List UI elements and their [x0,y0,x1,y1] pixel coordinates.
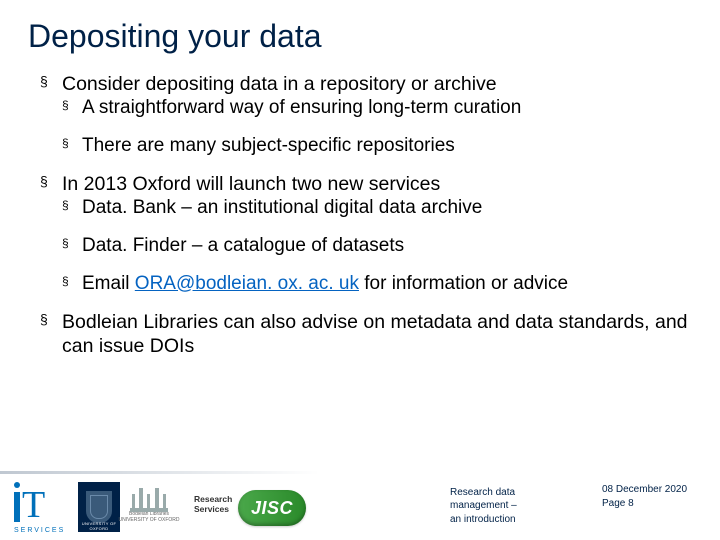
sub-bullet-email: Email ORA@bodleian. ox. ac. uk for infor… [62,272,690,296]
footer-meta-line1: Research data [450,486,574,500]
footer-meta-line3: an introduction [450,513,574,527]
email-link[interactable]: ORA@bodleian. ox. ac. uk [135,273,359,294]
research-services-line1: Research [194,494,232,504]
sub-bullet: Data. Finder – a catalogue of datasets [62,234,690,258]
it-logo-i-icon [14,492,20,522]
footer-right: 08 December 2020 Page 8 [602,483,712,510]
sub-bullet: There are many subject-specific reposito… [62,134,690,158]
it-services-logo: T SERVICES [14,482,74,532]
footer-date: 08 December 2020 [602,483,712,497]
bullet-item-2: In 2013 Oxford will launch two new servi… [40,172,690,296]
bullet-item-3: Bodleian Libraries can also advise on me… [40,310,690,359]
slide-content: Consider depositing data in a repository… [40,72,690,372]
oxford-crest-icon [86,491,112,523]
slide-title: Depositing your data [28,18,322,55]
sub-bullet: Data. Bank – an institutional digital da… [62,196,690,220]
it-logo-label: SERVICES [14,527,65,534]
footer: T SERVICES UNIVERSITY OF OXFORD Bodleian… [0,470,720,540]
footer-page: Page 8 [602,497,712,511]
jisc-logo: JISC [238,490,306,526]
bullet-text: In 2013 Oxford will launch two new servi… [62,173,440,195]
sub-bullet: A straightforward way of ensuring long-t… [62,96,690,120]
bodleian-label-2: UNIVERSITY OF OXFORD [118,518,179,524]
oxford-logo-label: UNIVERSITY OF OXFORD [78,521,120,531]
email-prefix: Email [82,273,135,294]
bullet-text: Bodleian Libraries can also advise on me… [62,311,688,357]
oxford-logo: UNIVERSITY OF OXFORD [78,482,120,532]
research-services-line2: Services [194,504,232,514]
bullet-text: Consider depositing data in a repository… [62,73,497,95]
email-suffix: for information or advice [359,273,568,294]
footer-meta-line2: management – [450,499,574,513]
bodleian-logo: Bodleian Libraries UNIVERSITY OF OXFORD [124,482,174,532]
bullet-item-1: Consider depositing data in a repository… [40,72,690,158]
slide: Depositing your data Consider depositing… [0,0,720,540]
research-services-label: Research Services [194,494,232,514]
it-logo-t-icon: T [22,486,45,524]
footer-meta: Research data management – an introducti… [450,486,574,527]
footer-logos: T SERVICES UNIVERSITY OF OXFORD Bodleian… [14,482,174,532]
bodleian-building-icon [130,482,168,512]
